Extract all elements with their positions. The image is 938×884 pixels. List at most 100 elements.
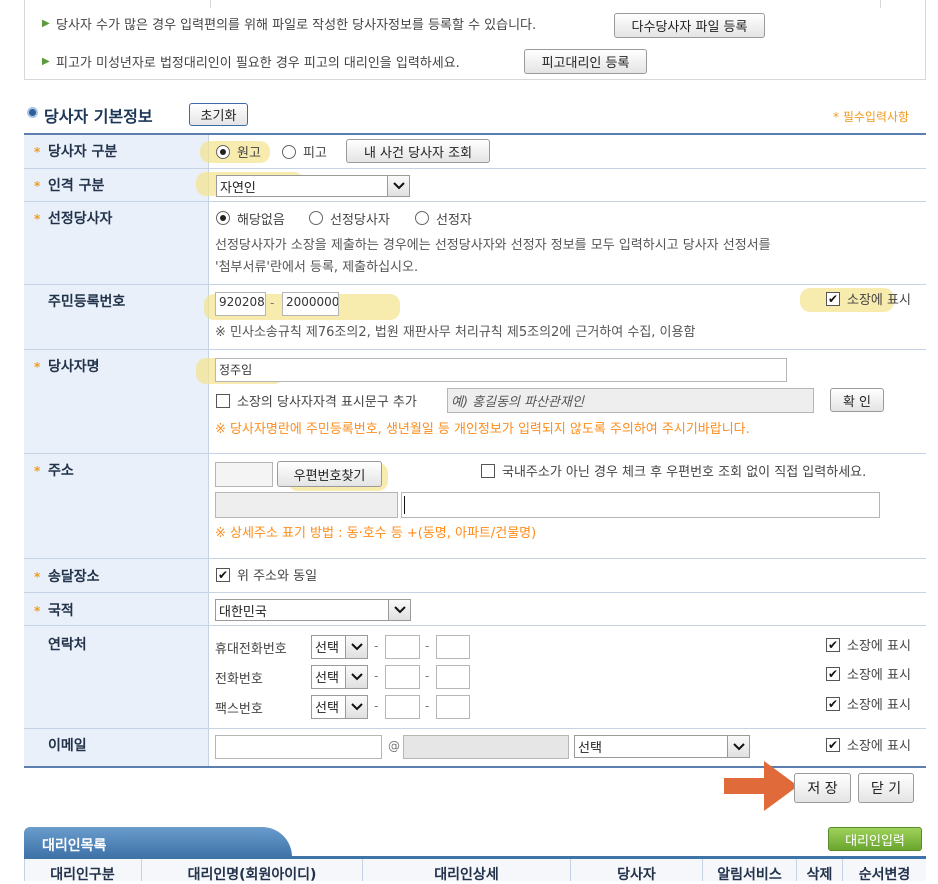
fax-prefix-select[interactable]: 선택 [311,695,368,719]
party-name-input[interactable]: 정주임 [215,358,787,382]
email-show-checkbox[interactable]: ✔ [826,738,840,752]
row-divider [24,592,926,593]
pointer-arrow-icon [724,761,798,811]
zip-search-button[interactable]: 우편번호찾기 [277,461,382,487]
row-divider [24,349,926,350]
phone-mid-input[interactable] [385,665,420,689]
radio-plaintiff[interactable] [216,145,230,159]
required-star: * [34,212,41,226]
radio-designator[interactable] [415,211,429,225]
nationality-select[interactable]: 대한민국 [215,599,411,621]
chevron-down-icon [345,666,367,688]
row-divider [24,453,926,454]
row-divider [24,201,926,202]
rrn-show-checkbox[interactable]: ✔ [826,292,840,306]
required-star: * [34,179,41,193]
radio-designator-label: 선정자 [436,213,472,228]
required-note: * 필수입력사항 [833,110,910,124]
col-order: 순서변경 [858,867,911,883]
close-button[interactable]: 닫 기 [858,773,914,803]
phone-dash: - [425,699,430,713]
phone-prefix-value: 선택 [315,671,339,686]
radio-defendant[interactable] [282,145,296,159]
chevron-down-icon [345,696,367,718]
foreign-address-checkbox[interactable] [481,464,495,478]
col-party: 당사자 [617,867,656,883]
bullet-arrow-icon: ▶ [42,56,50,67]
email-id-input[interactable] [215,735,382,759]
address-label: 주소 [48,463,74,479]
email-domain-input[interactable] [403,735,569,759]
person-type-select[interactable]: 자연인 [216,175,410,197]
minor-defendant-notice: 피고가 미성년자로 법정대리인이 필요한 경우 피고의 대리인을 입력하세요. [56,56,460,71]
contact-label: 연락처 [48,637,87,653]
col-agent-type: 대리인구분 [50,867,115,883]
phone-show-checkbox[interactable]: ✔ [826,667,840,681]
email-domain-value: 선택 [578,741,602,756]
text-cursor [404,496,405,514]
qualifier-label: 소장의 당사자자격 표시문구 추가 [237,395,417,410]
defendant-agent-button[interactable]: 피고대리인 등록 [524,49,647,74]
mobile-last-input[interactable] [436,635,470,659]
address-format-note: ※ 상세주소 표기 방법 : 동·호수 등 +(동명, 아파트/건물명) [215,526,537,541]
my-case-party-lookup-button[interactable]: 내 사건 당사자 조회 [346,139,490,163]
top-divider-1 [210,0,211,8]
multi-party-file-button[interactable]: 다수당사자 파일 등록 [614,13,765,38]
nationality-value: 대한민국 [219,605,267,620]
designated-label: 선정당사자 [48,211,113,227]
nationality-label: 국적 [48,603,74,619]
bullet-arrow-icon: ▶ [42,18,50,29]
confirm-button[interactable]: 확 인 [830,388,884,412]
qualifier-input[interactable]: 예) 홍길동의 파산관재인 [447,388,814,413]
mobile-mid-input[interactable] [385,635,420,659]
phone-label: 전화번호 [215,672,263,687]
mobile-show-label: 소장에 표시 [847,639,911,654]
radio-none-label: 해당없음 [237,213,285,228]
mobile-show-checkbox[interactable]: ✔ [826,638,840,652]
mobile-label: 휴대전화번호 [215,642,287,657]
row-divider [24,168,926,169]
save-button[interactable]: 저 장 [794,773,851,803]
required-star: * [34,464,41,478]
col-agent-detail: 대리인상세 [434,867,499,883]
chevron-down-icon [727,736,749,757]
rrn-dash: - [270,296,275,310]
same-address-checkbox[interactable]: ✔ [216,568,230,582]
phone-last-input[interactable] [436,665,470,689]
address-detail-input[interactable] [401,492,880,518]
mobile-prefix-select[interactable]: 선택 [311,635,368,659]
agent-list-title: 대리인목록 [42,838,107,854]
phone-dash: - [374,639,379,653]
person-type-label: 인격 구분 [48,178,105,194]
phone-dash: - [425,669,430,683]
designated-note-line1: 선정당사자가 소장을 제출하는 경우에는 선정당사자와 선정자 정보를 모두 입… [215,238,771,253]
fax-show-checkbox[interactable]: ✔ [826,697,840,711]
required-star: * [34,604,41,618]
fax-mid-input[interactable] [385,695,420,719]
party-type-label: 당사자 구분 [48,144,118,160]
phone-prefix-select[interactable]: 선택 [311,665,368,689]
radio-plaintiff-label: 원고 [237,146,261,161]
phone-show-label: 소장에 표시 [847,668,911,683]
fax-last-input[interactable] [436,695,470,719]
radio-designated-party[interactable] [309,211,323,225]
agent-list-tab[interactable]: 대리인목록 [24,827,292,857]
row-divider [24,728,926,729]
address-base-input[interactable] [215,492,398,518]
rrn-back-input[interactable]: 2000000 [282,292,339,316]
party-name-label: 당사자명 [48,359,100,375]
reset-button[interactable]: 초기화 [189,103,248,126]
same-address-label: 위 주소와 동일 [237,569,318,584]
party-name-warning: ※ 당사자명란에 주민등록번호, 생년월일 등 개인정보가 입력되지 않도록 주… [215,422,750,437]
radio-none[interactable] [216,211,230,225]
add-agent-button[interactable]: 대리인입력 [828,827,922,851]
section-bullet-icon [27,107,38,118]
designated-note-line2: '첨부서류'란에서 등록, 제출하십시오. [215,260,419,275]
section-title: 당사자 기본정보 [44,107,153,126]
qualifier-checkbox[interactable] [216,394,230,408]
rrn-front-input[interactable]: 920208 [215,292,266,316]
phone-dash: - [374,669,379,683]
zip-code-input[interactable] [215,462,273,487]
row-divider [24,284,926,285]
radio-designated-party-label: 선정당사자 [330,213,390,228]
